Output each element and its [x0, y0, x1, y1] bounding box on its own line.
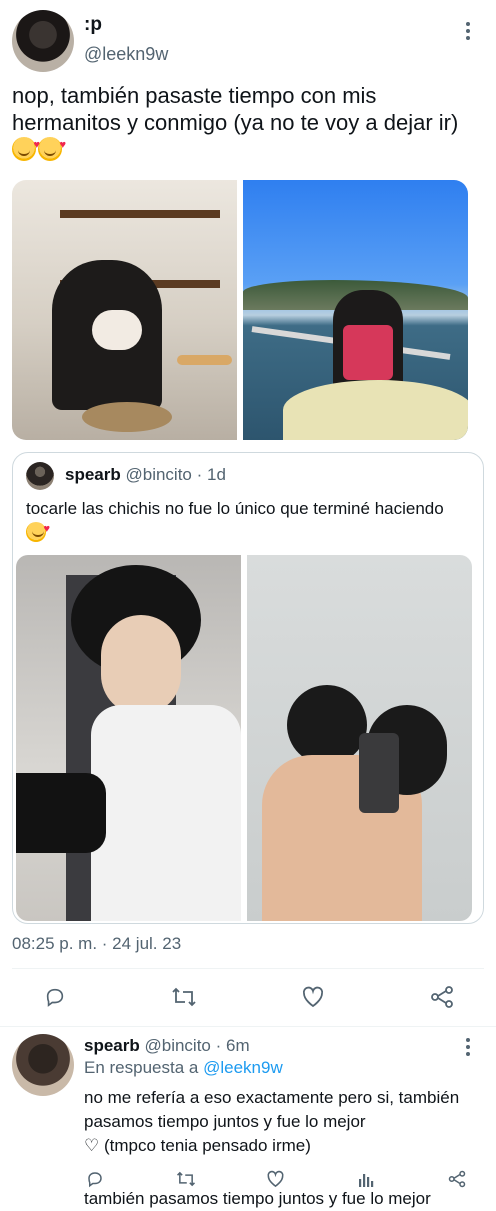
reply-display-name[interactable]: spearb: [84, 1036, 140, 1055]
share-icon[interactable]: [448, 1170, 466, 1188]
author-handle[interactable]: @leekn9w: [84, 44, 168, 65]
stool: [177, 355, 232, 365]
phone: [359, 733, 399, 813]
tweet-timestamp[interactable]: 08:25 p. m. · 24 jul. 23: [12, 934, 181, 954]
reply-context: En respuesta a @leekn9w: [84, 1058, 283, 1077]
reply-text-line-2: ♡ (tmpco tenia pensado irme): [84, 1136, 311, 1155]
like-icon[interactable]: [266, 1170, 285, 1188]
quoted-display-name: spearb: [65, 465, 121, 484]
retweet-icon[interactable]: [176, 1170, 196, 1188]
reply-avatar[interactable]: [12, 1034, 74, 1096]
tweet-text: nop, también pasaste tiempo con mis herm…: [12, 82, 482, 163]
divider: [0, 1026, 496, 1027]
white-shirt: [91, 705, 241, 921]
black-sleeve: [16, 773, 106, 853]
quoted-media-grid: [16, 555, 472, 921]
rug: [82, 402, 172, 432]
person-face: [101, 615, 181, 715]
shelf: [60, 210, 220, 218]
person-back-hair: [287, 685, 367, 765]
reply-more-options-icon[interactable]: [466, 1038, 470, 1059]
divider: [12, 968, 484, 969]
reply-handle[interactable]: @bincito: [144, 1036, 210, 1055]
quoted-handle: @bincito: [125, 465, 192, 484]
smiling-hearts-emoji: [12, 132, 40, 161]
quoted-text: tocarle las chichis no fue lo único que …: [26, 497, 446, 545]
author-avatar[interactable]: [12, 10, 74, 72]
quoted-tweet[interactable]: spearb @bincito · 1d tocarle las chichis…: [12, 452, 484, 924]
retweet-icon[interactable]: [171, 986, 197, 1008]
clipped-next-line: también pasamos tiempo juntos y fue lo m…: [84, 1189, 431, 1208]
photo-4[interactable]: [247, 555, 472, 921]
life-vest: [343, 325, 393, 380]
more-options-icon[interactable]: [466, 22, 470, 43]
author-display-name[interactable]: :p: [84, 14, 102, 36]
photo-2[interactable]: [243, 180, 468, 440]
like-icon[interactable]: [301, 986, 325, 1008]
kayak: [283, 380, 468, 440]
views-icon[interactable]: [358, 1170, 374, 1188]
cat: [92, 310, 142, 350]
share-icon[interactable]: [430, 986, 454, 1008]
media-grid: [12, 180, 468, 440]
smiling-hearts-emoji: [38, 132, 66, 161]
reply-time: · 6m: [215, 1036, 250, 1055]
reply-to-link[interactable]: @leekn9w: [203, 1058, 283, 1077]
reply-icon[interactable]: [44, 986, 66, 1008]
quoted-header: spearb @bincito · 1d: [65, 465, 226, 485]
savoring-food-emoji: [26, 517, 50, 542]
quoted-time: · 1d: [196, 465, 226, 484]
quoted-avatar[interactable]: [26, 462, 54, 490]
reply-header: spearb @bincito · 6m: [84, 1036, 250, 1056]
photo-1[interactable]: [12, 180, 237, 440]
photo-3[interactable]: [16, 555, 241, 921]
reply-text: no me refería a eso exactamente pero si,…: [84, 1088, 460, 1131]
reply-icon[interactable]: [86, 1170, 104, 1188]
